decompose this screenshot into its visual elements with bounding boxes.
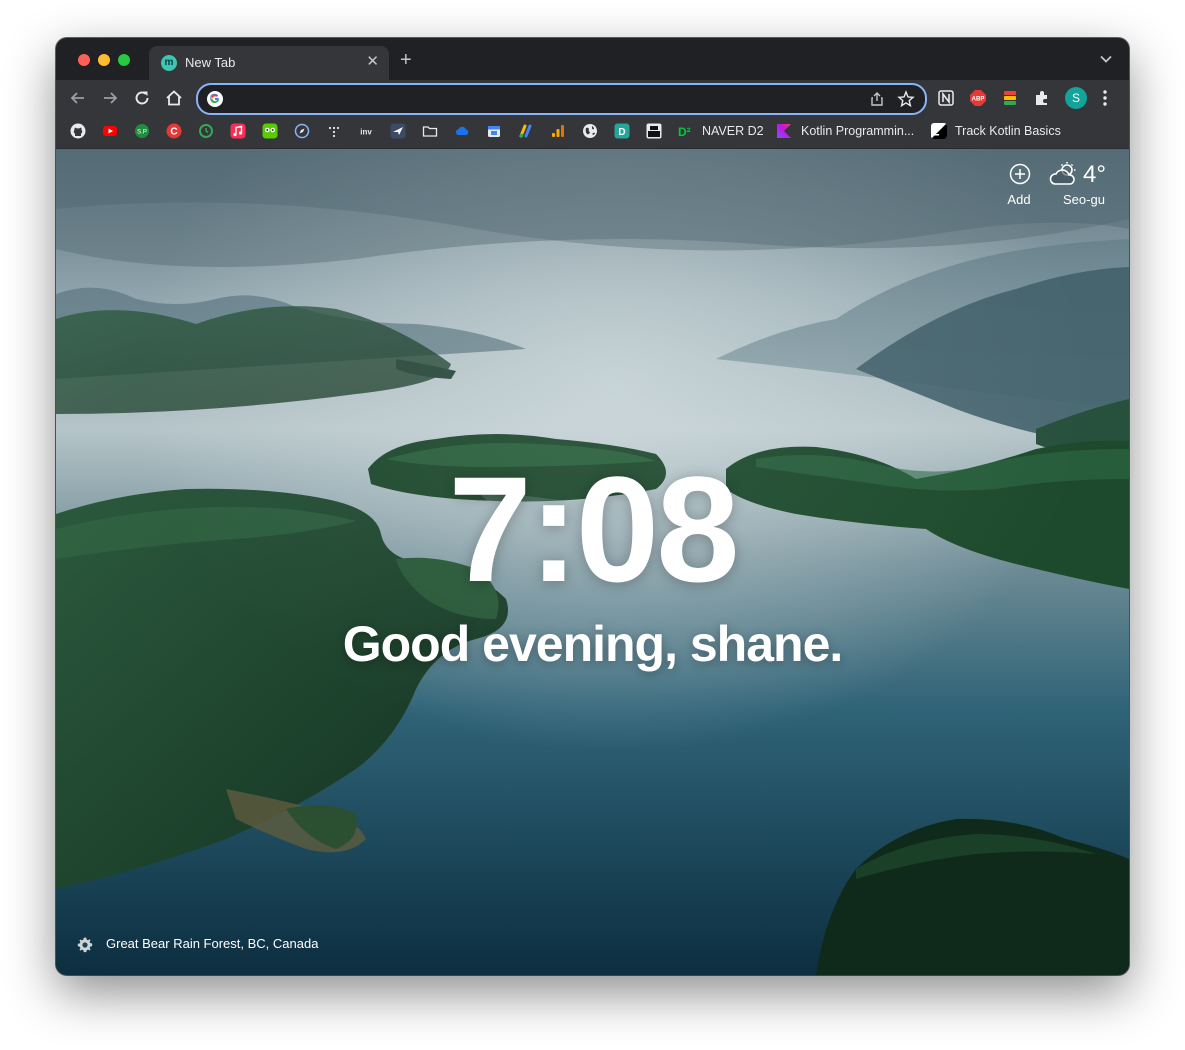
toolbar: ABP S	[56, 80, 1129, 116]
bookmark-icon[interactable]: S.P	[134, 123, 150, 139]
notion-icon[interactable]	[937, 89, 955, 107]
jetbrains-icon[interactable]	[931, 123, 947, 139]
inv-icon[interactable]: inv	[358, 123, 374, 139]
add-label: Add	[1007, 192, 1031, 207]
music-icon[interactable]	[230, 123, 246, 139]
compass-icon[interactable]	[294, 123, 310, 139]
folder-icon[interactable]	[422, 123, 438, 139]
temperature: 4°	[1083, 161, 1106, 188]
svg-text:ABP: ABP	[972, 97, 985, 103]
profile-avatar[interactable]: S	[1065, 87, 1087, 109]
naver-d2-icon[interactable]: D²	[678, 123, 696, 139]
globe-icon[interactable]	[582, 123, 598, 139]
blocks-icon[interactable]	[646, 123, 662, 139]
tab-title: New Tab	[185, 55, 236, 70]
zoom-window-button[interactable]	[118, 54, 130, 66]
bookmarks-bar: S.P C inv D D² NAVER D2 Kotlin Programmi…	[56, 116, 1129, 149]
weather-location: Seo-gu	[1063, 192, 1105, 207]
bookmark-kotlin-programming[interactable]: Kotlin Programmin...	[801, 124, 914, 138]
svg-text:S.P: S.P	[137, 130, 147, 136]
browser-window: m New Tab ✕ + ABP S S.P C inv D D² NAVER…	[56, 38, 1129, 975]
add-circle-icon	[1009, 163, 1031, 185]
calendar-icon[interactable]	[486, 123, 502, 139]
plane-icon[interactable]	[390, 123, 406, 139]
dots-icon[interactable]	[326, 123, 342, 139]
tab-new-tab[interactable]: m New Tab ✕	[149, 46, 389, 80]
pen-icon[interactable]	[518, 123, 534, 139]
bookmark-track-kotlin-basics[interactable]: Track Kotlin Basics	[955, 124, 1061, 138]
google-icon	[207, 91, 223, 107]
github-icon[interactable]	[70, 123, 86, 139]
puzzle-icon[interactable]	[1033, 89, 1051, 107]
analytics-icon[interactable]	[550, 123, 566, 139]
greeting-text[interactable]: Good evening, shane.	[56, 615, 1129, 673]
new-tab-button[interactable]: +	[400, 50, 412, 70]
close-icon[interactable]: ✕	[366, 54, 379, 70]
more-menu-icon[interactable]	[1102, 89, 1108, 107]
new-tab-page: Add 4° Seo-gu 7:08 Good evening, shane. …	[56, 149, 1129, 975]
weather-widget[interactable]: 4° Seo-gu	[1049, 161, 1119, 211]
partly-cloudy-icon	[1049, 162, 1076, 185]
photo-location[interactable]: Great Bear Rain Forest, BC, Canada	[106, 936, 318, 951]
cloud-icon[interactable]	[454, 123, 470, 139]
owl-icon[interactable]	[262, 123, 278, 139]
home-icon[interactable]	[164, 88, 184, 108]
star-icon[interactable]	[897, 90, 915, 108]
chevron-down-icon[interactable]	[1099, 52, 1113, 66]
svg-text:inv: inv	[360, 128, 372, 137]
reload-icon[interactable]	[132, 88, 152, 108]
adblock-icon[interactable]: ABP	[969, 89, 987, 107]
minimize-window-button[interactable]	[98, 54, 110, 66]
svg-text:D²: D²	[678, 125, 691, 139]
momentum-icon: m	[161, 55, 177, 71]
svg-text:D: D	[618, 127, 625, 138]
close-window-button[interactable]	[78, 54, 90, 66]
address-bar[interactable]	[196, 83, 927, 115]
back-icon[interactable]	[68, 88, 88, 108]
forward-icon[interactable]	[100, 88, 120, 108]
stack-icon[interactable]	[1001, 89, 1019, 107]
svg-text:C: C	[170, 127, 177, 138]
share-icon[interactable]	[869, 91, 885, 107]
clock-time[interactable]: 7:08	[56, 454, 1129, 604]
clock-icon[interactable]	[198, 123, 214, 139]
gear-icon[interactable]	[76, 936, 94, 954]
bookmark-naver-d2[interactable]: NAVER D2	[702, 124, 764, 138]
d-icon[interactable]: D	[614, 123, 630, 139]
kotlin-icon[interactable]	[776, 123, 792, 139]
tab-strip: m New Tab ✕ +	[56, 38, 1129, 80]
youtube-icon[interactable]	[102, 123, 118, 139]
address-input[interactable]	[230, 89, 854, 111]
add-widget-button[interactable]: Add	[999, 163, 1039, 207]
c-icon[interactable]: C	[166, 123, 182, 139]
